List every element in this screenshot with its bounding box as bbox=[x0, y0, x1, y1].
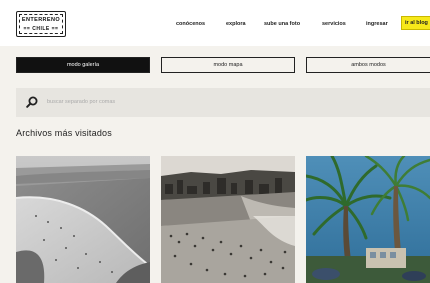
aerial-beach-photo bbox=[16, 156, 150, 283]
page: ENTERRENO == CHILE == conócenos explora … bbox=[0, 0, 430, 283]
tab-map-mode[interactable]: modo mapa bbox=[161, 57, 295, 73]
crowded-beach-photo bbox=[161, 156, 295, 283]
header: ENTERRENO == CHILE == conócenos explora … bbox=[0, 0, 430, 46]
tab-gallery-mode[interactable]: modo galería bbox=[16, 57, 150, 73]
logo-text-top: ENTERRENO bbox=[21, 17, 61, 23]
section-title: Archivos más visitados bbox=[16, 128, 112, 138]
nav-servicios[interactable]: servicios bbox=[322, 21, 346, 27]
nav-ingresar[interactable]: ingresar bbox=[366, 21, 388, 27]
search-icon[interactable] bbox=[26, 96, 38, 108]
search-bar bbox=[16, 88, 430, 117]
tab-both-modes[interactable]: ambos modos bbox=[306, 57, 430, 73]
palm-trees-photo bbox=[306, 156, 430, 283]
logo-text-bottom: == CHILE == bbox=[23, 26, 59, 32]
search-input[interactable] bbox=[47, 95, 347, 109]
nav-explora[interactable]: explora bbox=[226, 21, 246, 27]
nav-conocenos[interactable]: conócenos bbox=[176, 21, 205, 27]
archive-photo-2[interactable] bbox=[161, 156, 295, 283]
nav-sube-una-foto[interactable]: sube una foto bbox=[264, 21, 300, 27]
logo[interactable]: ENTERRENO == CHILE == bbox=[16, 11, 66, 37]
archive-photo-1[interactable] bbox=[16, 156, 150, 283]
blog-button[interactable]: ir al blog bbox=[401, 16, 430, 30]
archive-photo-3[interactable] bbox=[306, 156, 430, 283]
